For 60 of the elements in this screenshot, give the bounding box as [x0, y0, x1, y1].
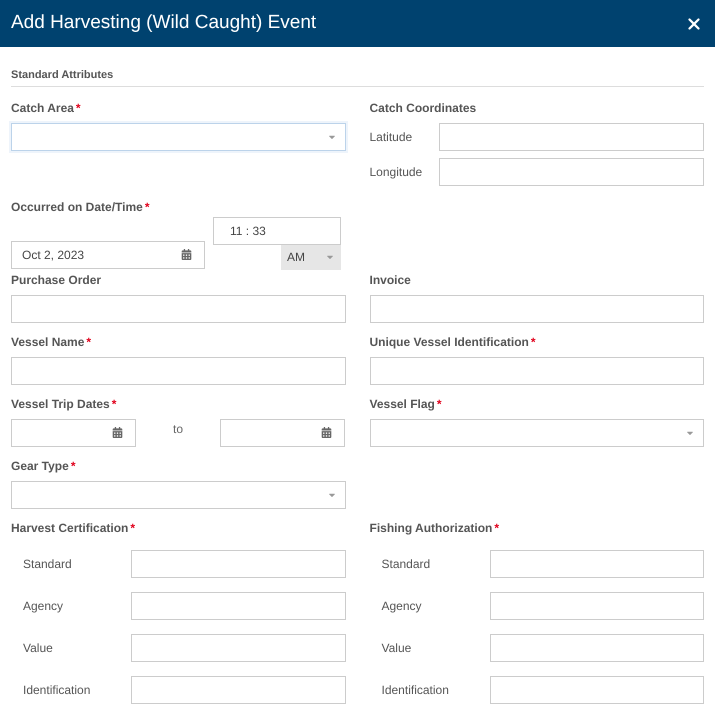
field-label: Agency	[380, 598, 423, 614]
text-field[interactable]	[490, 676, 704, 704]
text-field[interactable]	[131, 592, 346, 620]
required-mark: *	[530, 334, 536, 350]
text-field[interactable]	[11, 294, 346, 322]
required-mark: *	[112, 396, 116, 412]
field-label: Purchase Order	[11, 272, 102, 288]
field-label: Occurred on Date/Time	[11, 198, 143, 214]
calendar-icon	[181, 249, 192, 260]
field-label: Longitude	[370, 164, 424, 180]
field-label: Identification	[22, 682, 92, 698]
date-value: Oct 2, 2023	[22, 246, 84, 264]
date-field[interactable]	[11, 418, 136, 446]
text-field[interactable]	[438, 122, 704, 150]
text-field[interactable]	[490, 592, 704, 620]
field-label: Unique Vessel Identification	[370, 334, 529, 350]
required-mark: *	[86, 334, 92, 350]
text-field[interactable]	[11, 356, 346, 384]
required-mark: *	[76, 100, 81, 116]
date-field[interactable]	[220, 418, 345, 446]
field-label: Harvest Certification	[11, 520, 128, 536]
field-label: Latitude	[370, 128, 414, 146]
field-label: Standard	[22, 556, 73, 572]
calendar-icon	[112, 427, 123, 438]
time-field[interactable]: 11 : 33	[213, 216, 341, 244]
date-field[interactable]: Oct 2, 2023	[11, 240, 205, 268]
required-mark: *	[494, 520, 500, 536]
meridiem-select[interactable]: AM	[281, 244, 341, 270]
text-field[interactable]	[131, 676, 346, 704]
field-label: Identification	[380, 682, 450, 698]
required-mark: *	[436, 396, 442, 412]
field-label: Fishing Authorization	[370, 520, 492, 536]
text-field[interactable]	[131, 634, 346, 662]
text-field[interactable]	[370, 294, 704, 322]
field-label: Value	[22, 640, 54, 656]
required-mark: *	[144, 198, 150, 214]
dialog-title: Add Harvesting (Wild Caught) Event	[11, 11, 316, 36]
select-field[interactable]	[370, 418, 704, 446]
select-field[interactable]	[11, 122, 346, 150]
range-separator: to	[172, 420, 184, 436]
field-label: Vessel Trip Dates	[11, 396, 110, 412]
text-field[interactable]	[131, 550, 346, 578]
required-mark: *	[70, 458, 76, 474]
field-label: Standard	[380, 556, 432, 572]
field-label: Invoice	[370, 272, 411, 288]
section-heading: Standard Attributes	[11, 67, 704, 86]
field-label: Agency	[22, 598, 64, 614]
text-field[interactable]	[490, 634, 704, 662]
required-mark: *	[130, 520, 136, 536]
text-field[interactable]	[370, 356, 704, 384]
field-label: Value	[380, 640, 412, 656]
group-label: Catch Coordinates	[370, 100, 478, 116]
calendar-icon	[321, 427, 332, 438]
text-field[interactable]	[438, 158, 704, 186]
field-label: Gear Type	[11, 458, 69, 474]
select-field[interactable]	[11, 480, 346, 508]
field-label: Vessel Name	[11, 334, 84, 350]
field-label: Vessel Flag	[370, 396, 435, 412]
field-label: Catch Area	[11, 100, 74, 116]
text-field[interactable]	[490, 550, 704, 578]
